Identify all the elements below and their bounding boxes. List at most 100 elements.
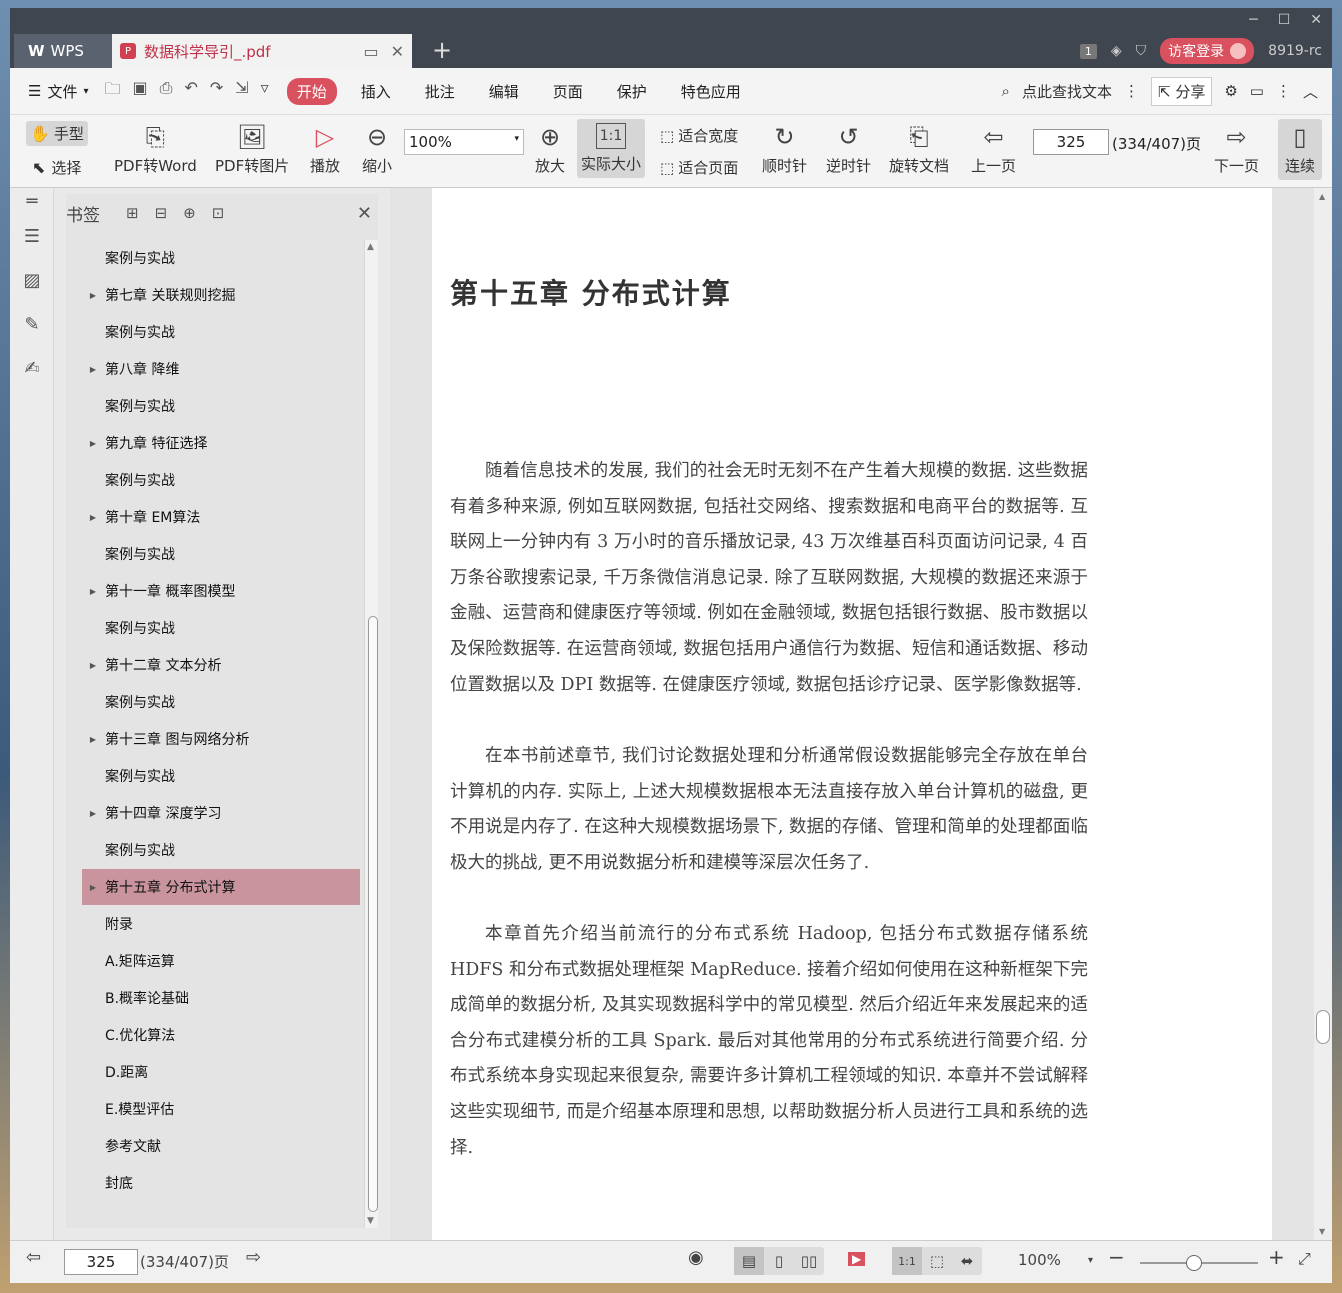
scroll-down-icon[interactable]: ▼ — [367, 1216, 374, 1226]
next-page-button[interactable]: ⇨ 下一页 — [1214, 123, 1259, 176]
bookmark-item[interactable]: 封底 — [82, 1165, 360, 1201]
doc-scroll-down-icon[interactable]: ▼ — [1319, 1227, 1325, 1236]
pdf-to-image-button[interactable]: 🖼 PDF转图片 — [215, 123, 289, 176]
tab-page[interactable]: 页面 — [543, 78, 593, 105]
bookmark-list-icon[interactable]: ☰ — [10, 214, 54, 258]
tab-protect[interactable]: 保护 — [607, 78, 657, 105]
bookmark-item[interactable]: E.模型评估 — [82, 1091, 360, 1127]
scroll-up-icon[interactable]: ▲ — [367, 242, 374, 252]
zoom-dropdown-icon[interactable]: ▾ — [1088, 1255, 1093, 1266]
fit-width-button[interactable]: ⬚ 适合宽度 — [660, 125, 738, 146]
fit-width-mode-icon[interactable]: ⬌ — [952, 1247, 982, 1275]
bookmark-item[interactable]: ▶ 第九章 特征选择 — [82, 425, 360, 461]
close-window-icon[interactable]: ✕ — [1310, 12, 1322, 28]
redo-icon[interactable]: ↷ — [210, 78, 223, 105]
two-page-icon[interactable]: ▯▯ — [794, 1247, 824, 1275]
drag-handle-icon[interactable]: ═ — [10, 188, 54, 214]
bookmark-item[interactable]: 案例与实战 — [82, 758, 360, 794]
bookmark-item[interactable]: ▶ 第十三章 图与网络分析 — [82, 721, 360, 757]
zoom-in-button[interactable]: ⊕ 放大 — [535, 123, 565, 176]
status-page-input[interactable]: 325 — [64, 1249, 138, 1275]
document-scrollbar[interactable]: ▲ ▼ — [1314, 188, 1332, 1240]
zoom-select[interactable]: 100% ▾ — [404, 129, 524, 155]
close-tab-icon[interactable]: ✕ — [391, 42, 404, 61]
play-button[interactable]: ▷ 播放 — [310, 123, 340, 176]
fit-page-mode-icon[interactable]: ⬚ — [922, 1247, 952, 1275]
new-tab-button[interactable]: + — [432, 36, 452, 64]
tab-special[interactable]: 特色应用 — [671, 78, 751, 105]
bookmark-item[interactable]: ▶ 第十二章 文本分析 — [82, 647, 360, 683]
add-bookmark-icon[interactable]: ⊕ — [183, 204, 196, 222]
doc-scroll-up-icon[interactable]: ▲ — [1319, 192, 1325, 201]
undo-icon[interactable]: ↶ — [184, 78, 197, 105]
expand-arrow-icon[interactable]: ▶ — [82, 735, 104, 744]
bookmark-item[interactable]: C.优化算法 — [82, 1017, 360, 1053]
rotate-counter-button[interactable]: ↺ 逆时针 — [826, 123, 871, 176]
bookmark-options-icon[interactable]: ⊡ — [212, 204, 225, 222]
window-count-badge[interactable]: 1 — [1079, 43, 1097, 59]
bookmark-item[interactable]: ▶ 第十一章 概率图模型 — [82, 573, 360, 609]
bookmark-item[interactable]: 案例与实战 — [82, 240, 360, 276]
maximize-icon[interactable]: ☐ — [1278, 12, 1291, 28]
expand-arrow-icon[interactable]: ▶ — [82, 439, 104, 448]
expand-all-icon[interactable]: ⊞ — [126, 204, 139, 222]
bookmark-item[interactable]: 案例与实战 — [82, 610, 360, 646]
desktop-icon[interactable]: ▭ — [363, 42, 378, 61]
bookmark-item[interactable]: 案例与实战 — [82, 462, 360, 498]
eye-protection-icon[interactable]: ◉ — [688, 1247, 704, 1268]
status-next-page-icon[interactable]: ⇨ — [246, 1247, 261, 1268]
shirt-icon[interactable]: ⛉ — [1136, 43, 1147, 59]
zoom-slider[interactable] — [1140, 1255, 1258, 1271]
thumbnail-icon[interactable]: ▨ — [10, 258, 54, 302]
prev-page-button[interactable]: ⇦ 上一页 — [971, 123, 1016, 176]
bookmark-item[interactable]: ▶ 第八章 降维 — [82, 351, 360, 387]
tab-document[interactable]: P 数据科学导引_.pdf ▭ ✕ — [112, 34, 412, 68]
bookmark-item[interactable]: 案例与实战 — [82, 536, 360, 572]
bookmark-item[interactable]: D.距离 — [82, 1054, 360, 1090]
bookmark-item[interactable]: ▶ 第十章 EM算法 — [82, 499, 360, 535]
zoom-plus-icon[interactable]: + — [1268, 1245, 1285, 1269]
tab-wps-home[interactable]: W WPS — [14, 34, 114, 68]
bookmark-item[interactable]: ▶ 第七章 关联规则挖掘 — [82, 277, 360, 313]
select-tool-button[interactable]: ⬉ 选择 — [32, 157, 81, 178]
zoom-out-button[interactable]: ⊖ 缩小 — [362, 123, 392, 176]
share-button[interactable]: ⇱ 分享 — [1150, 76, 1213, 106]
play-mode-icon[interactable]: ▶ — [848, 1249, 866, 1267]
bookmark-scrollbar[interactable]: ▲ ▼ — [364, 240, 378, 1228]
hand-tool-button[interactable]: ✋ 手型 — [26, 121, 88, 146]
status-zoom-value[interactable]: 100% — [1018, 1251, 1061, 1269]
bookmark-item[interactable]: B.概率论基础 — [82, 980, 360, 1016]
bookmark-item[interactable]: 案例与实战 — [82, 388, 360, 424]
continuous-button[interactable]: ▯ 连续 — [1278, 119, 1322, 180]
expand-arrow-icon[interactable]: ▶ — [82, 513, 104, 522]
pdf-to-word-button[interactable]: ⎘ PDF转Word — [114, 123, 197, 176]
bookmark-item[interactable]: 参考文献 — [82, 1128, 360, 1164]
signature-icon[interactable]: ✍ — [10, 346, 54, 390]
collapse-all-icon[interactable]: ⊟ — [155, 204, 168, 222]
more-vert-icon[interactable]: ⋮ — [1124, 82, 1139, 100]
collapse-ribbon-icon[interactable]: ︿ — [1303, 81, 1318, 102]
single-page-icon[interactable]: ▯ — [764, 1247, 794, 1275]
expand-arrow-icon[interactable]: ▶ — [82, 883, 104, 892]
bookmark-item[interactable]: 附录 — [82, 906, 360, 942]
tab-start[interactable]: 开始 — [286, 77, 337, 105]
document-scroll-thumb[interactable] — [1316, 1010, 1330, 1044]
bookmark-item[interactable]: 案例与实战 — [82, 314, 360, 350]
expand-arrow-icon[interactable]: ▶ — [82, 587, 104, 596]
rotate-clockwise-button[interactable]: ↻ 顺时针 — [762, 123, 807, 176]
annotation-icon[interactable]: ✎ — [10, 302, 54, 346]
page-number-input[interactable]: 325 — [1033, 129, 1109, 155]
expand-arrow-icon[interactable]: ▶ — [82, 809, 104, 818]
settings-gear-icon[interactable]: ⚙ — [1224, 82, 1237, 100]
expand-arrow-icon[interactable]: ▶ — [82, 365, 104, 374]
close-panel-icon[interactable]: ✕ — [357, 203, 372, 224]
comment-icon[interactable]: ▭ — [1250, 82, 1264, 100]
actual-size-button[interactable]: 1:1 实际大小 — [577, 119, 646, 178]
save-icon[interactable]: ▣ — [133, 78, 148, 105]
actual-size-mode-icon[interactable]: 1:1 — [892, 1247, 922, 1275]
fit-page-button[interactable]: ⬚ 适合页面 — [660, 157, 738, 178]
open-folder-icon[interactable]: 🗀 — [105, 78, 121, 105]
skin-icon[interactable]: ◈ — [1111, 43, 1122, 59]
print-icon[interactable]: ⎙ — [160, 78, 173, 105]
status-prev-page-icon[interactable]: ⇦ — [26, 1247, 41, 1268]
